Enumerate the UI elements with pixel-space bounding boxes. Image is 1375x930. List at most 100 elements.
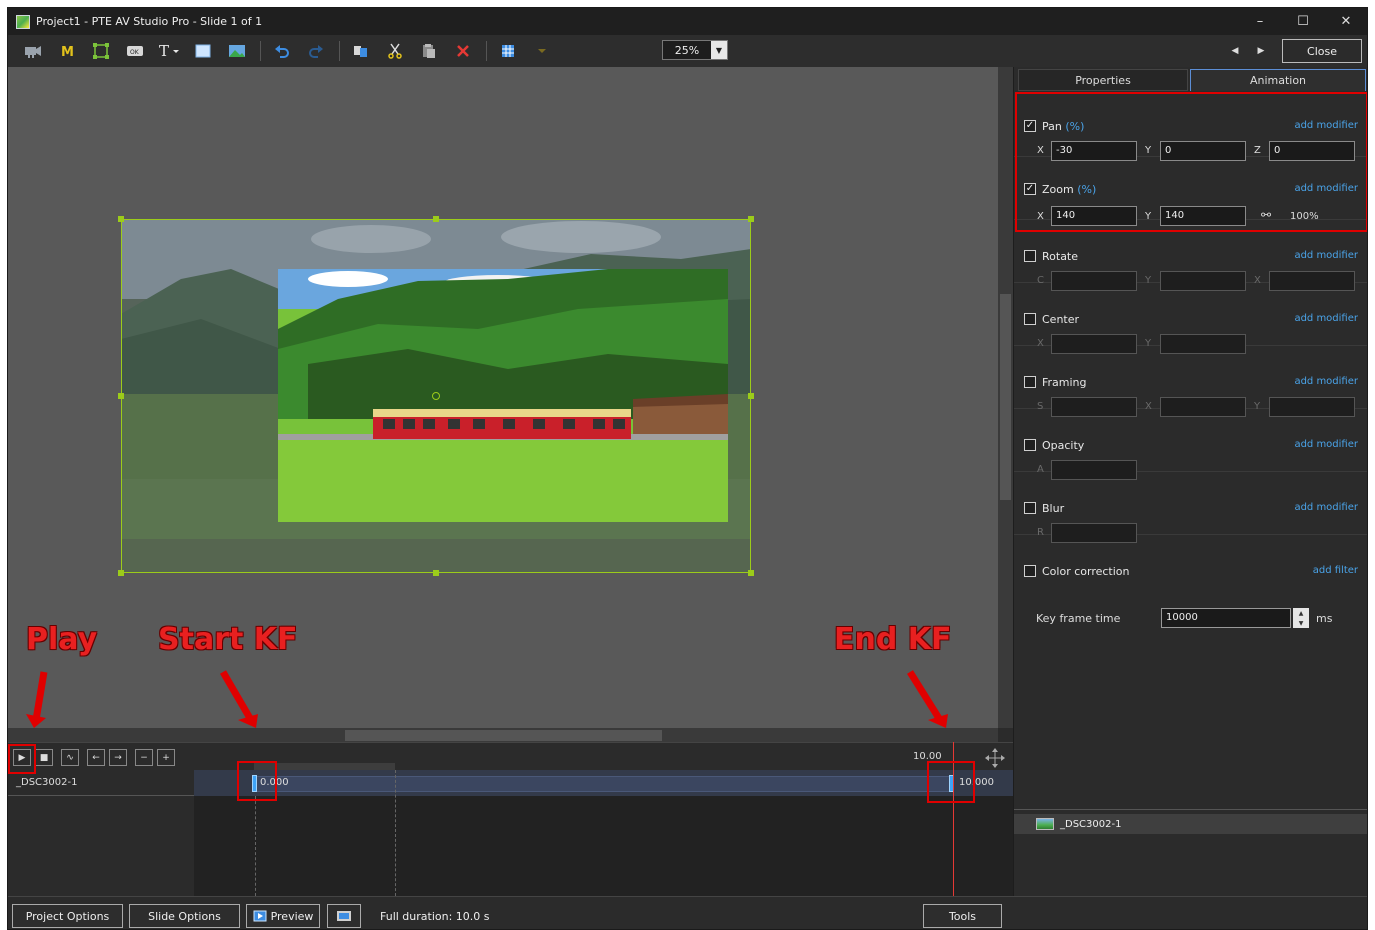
- zoom-in-timeline-icon[interactable]: +: [157, 749, 175, 766]
- slide-options-button[interactable]: Slide Options: [129, 904, 240, 928]
- main-toolbar: M OK T 25% ▼ ◀ ▶ Close: [8, 35, 1367, 67]
- svg-text:M: M: [61, 45, 74, 58]
- delete-icon[interactable]: [450, 39, 476, 63]
- svg-text:T: T: [159, 43, 169, 59]
- blur-add-modifier-link[interactable]: add modifier: [1294, 502, 1358, 513]
- arrow-left-icon[interactable]: ←: [87, 749, 105, 766]
- chevron-down-icon[interactable]: ▼: [711, 41, 727, 59]
- horizontal-scroll-thumb[interactable]: [345, 730, 662, 741]
- close-window-button[interactable]: ✕: [1325, 8, 1367, 35]
- opacity-add-modifier-link[interactable]: add modifier: [1294, 439, 1358, 450]
- rectangle-icon[interactable]: [190, 39, 216, 63]
- stepper-down-icon[interactable]: ▼: [1293, 618, 1309, 628]
- framing-add-modifier-link[interactable]: add modifier: [1294, 376, 1358, 387]
- previous-slide-icon[interactable]: ◀: [1225, 41, 1245, 61]
- timeline-lower-left: [8, 796, 194, 896]
- camera-icon[interactable]: [20, 39, 46, 63]
- preview-horizontal-scrollbar[interactable]: [8, 728, 998, 742]
- button-object-icon[interactable]: OK: [122, 39, 148, 63]
- opacity-label: Opacity: [1042, 439, 1085, 452]
- paste-icon[interactable]: [416, 39, 442, 63]
- screen-icon[interactable]: [327, 904, 361, 928]
- arrow-right-icon[interactable]: →: [109, 749, 127, 766]
- stepper-up-icon[interactable]: ▲: [1293, 608, 1309, 618]
- frame-icon[interactable]: [88, 39, 114, 63]
- opacity-checkbox[interactable]: [1024, 439, 1036, 451]
- object-list-item[interactable]: _DSC3002-1: [1014, 814, 1367, 834]
- image-object-icon: [1036, 818, 1054, 830]
- tab-properties[interactable]: Properties: [1018, 69, 1188, 91]
- toolbar-separator: [260, 41, 261, 61]
- grid-dropdown-icon[interactable]: [529, 39, 555, 63]
- zoom-select[interactable]: 25% ▼: [662, 40, 728, 60]
- annotation-play-box: [8, 744, 36, 774]
- center-add-modifier-link[interactable]: add modifier: [1294, 313, 1358, 324]
- move-icon[interactable]: [984, 747, 1006, 769]
- close-button[interactable]: Close: [1282, 39, 1362, 63]
- text-icon[interactable]: T: [156, 39, 182, 63]
- track-name: _DSC3002-1: [16, 777, 78, 788]
- resize-handle-left[interactable]: [118, 393, 124, 399]
- rotate-add-modifier-link[interactable]: add modifier: [1294, 250, 1358, 261]
- window-title: Project1 - PTE AV Studio Pro - Slide 1 o…: [36, 15, 263, 28]
- key-frame-time-label: Key frame time: [1036, 612, 1121, 625]
- opacity-section: Opacity add modifier A: [1014, 409, 1367, 480]
- framing-section: Framing add modifier S X Y: [1014, 346, 1367, 417]
- grid-icon[interactable]: [495, 39, 521, 63]
- minimize-button[interactable]: –: [1239, 8, 1281, 35]
- zoom-out-timeline-icon[interactable]: −: [135, 749, 153, 766]
- full-duration-text: Full duration: 10.0 s: [380, 910, 490, 923]
- toolbar-separator: [486, 41, 487, 61]
- color-correction-section: Color correction add filter: [1014, 535, 1367, 578]
- mask-icon[interactable]: M: [54, 39, 80, 63]
- color-correction-add-filter-link[interactable]: add filter: [1313, 565, 1358, 576]
- annotation-pan-zoom-box: [1015, 92, 1367, 232]
- timeline-controls: ▶ ■ ∿ ← → − + 10.00: [8, 742, 1013, 770]
- track-bar[interactable]: [254, 776, 954, 792]
- key-frame-time-stepper[interactable]: ▲ ▼: [1293, 608, 1309, 628]
- annotation-start-kf-box: [237, 761, 277, 801]
- object-list-separator: [1014, 809, 1367, 810]
- framing-label: Framing: [1042, 376, 1087, 389]
- key-frame-time-field[interactable]: 10000: [1161, 608, 1291, 628]
- annotation-end-kf-box: [927, 761, 975, 803]
- cut-icon[interactable]: [382, 39, 408, 63]
- key-frame-time-unit: ms: [1316, 612, 1333, 625]
- undo-icon[interactable]: [269, 39, 295, 63]
- rotate-checkbox[interactable]: [1024, 250, 1036, 262]
- annotation-end-kf-label: End KF: [834, 622, 952, 657]
- zoom-value: 25%: [674, 43, 700, 57]
- redo-icon[interactable]: [303, 39, 329, 63]
- resize-handle-top-left[interactable]: [118, 216, 124, 222]
- center-checkbox[interactable]: [1024, 313, 1036, 325]
- copy-icon[interactable]: [348, 39, 374, 63]
- center-section: Center add modifier X Y: [1014, 283, 1367, 354]
- timeline-dashed-line: [395, 770, 396, 896]
- slide-preview[interactable]: Play Start KF End KF: [8, 67, 998, 728]
- vertical-scroll-thumb[interactable]: [1000, 294, 1011, 500]
- tab-animation[interactable]: Animation: [1190, 69, 1366, 91]
- blur-checkbox[interactable]: [1024, 502, 1036, 514]
- resize-handle-right[interactable]: [748, 393, 754, 399]
- preview-vertical-scrollbar[interactable]: [998, 67, 1013, 728]
- resize-handle-top[interactable]: [433, 216, 439, 222]
- resize-handle-top-right[interactable]: [748, 216, 754, 222]
- project-options-button[interactable]: Project Options: [12, 904, 123, 928]
- center-point-handle[interactable]: [432, 392, 440, 400]
- preview-icon: [253, 910, 267, 922]
- tools-button[interactable]: Tools: [923, 904, 1002, 928]
- preview-button[interactable]: Preview: [246, 904, 320, 928]
- resize-handle-bottom[interactable]: [433, 570, 439, 576]
- next-slide-icon[interactable]: ▶: [1251, 41, 1271, 61]
- waveform-icon[interactable]: ∿: [61, 749, 79, 766]
- image-object-icon[interactable]: [224, 39, 250, 63]
- maximize-button[interactable]: ☐: [1282, 8, 1324, 35]
- color-correction-checkbox[interactable]: [1024, 565, 1036, 577]
- color-correction-label: Color correction: [1042, 565, 1130, 578]
- bottom-bar: Project Options Slide Options Preview Fu…: [8, 896, 1367, 929]
- resize-handle-bottom-right[interactable]: [748, 570, 754, 576]
- resize-handle-bottom-left[interactable]: [118, 570, 124, 576]
- stop-icon[interactable]: ■: [35, 749, 53, 766]
- framing-checkbox[interactable]: [1024, 376, 1036, 388]
- rotate-label: Rotate: [1042, 250, 1079, 263]
